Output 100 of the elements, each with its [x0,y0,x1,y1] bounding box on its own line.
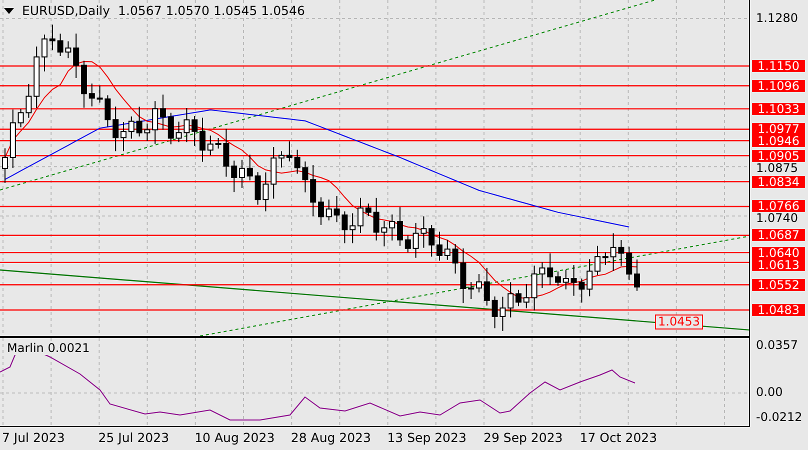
candlestick [34,46,40,108]
price-label: 1.0946 [752,135,805,148]
candlestick [460,248,466,304]
candlestick [318,196,324,226]
price-label: 1.0483 [752,304,805,316]
candlestick [618,240,624,266]
candlestick [239,159,245,189]
date-label: 29 Sep 2023 [484,430,563,445]
date-label: 28 Aug 2023 [290,430,371,445]
candlestick [602,252,608,266]
dropdown-triangle-icon[interactable] [4,8,14,14]
candlestick [420,216,427,248]
candlestick [88,83,95,107]
candlestick [500,296,506,332]
price-label: 1.0613 [752,258,805,271]
candlestick [278,150,284,168]
candlestick [18,108,24,128]
candlestick [492,296,498,329]
candlestick [444,239,450,260]
candlestick [397,206,403,246]
candlestick [334,195,340,223]
date-label: 7 Jul 2023 [2,430,65,445]
candlestick [358,197,364,234]
candlestick [96,85,103,104]
candlestick [207,135,214,156]
candlestick [26,83,32,118]
price-label: 1.0766 [752,200,805,212]
indicator-label: Marlin 0.0021 [7,341,90,355]
candlestick [586,258,593,297]
candlestick [516,289,522,307]
candlestick [152,100,158,144]
price-label: 1.1096 [752,80,805,92]
candlestick [246,154,253,181]
candlestick [610,232,616,272]
candlestick [412,222,419,258]
price-label: 1.0687 [752,229,805,242]
candlestick [231,160,238,193]
candlestick [555,270,561,286]
candlestick [342,210,348,244]
candlestick [484,267,490,306]
candlestick [223,128,230,178]
candlestick [381,220,388,247]
price-axis-label: 1.0740 [756,212,798,224]
candlestick [65,40,72,59]
candlestick [428,224,435,258]
candlestick [476,273,482,293]
candlestick [160,94,166,130]
candlestick [10,109,16,169]
candlestick [81,60,87,108]
candlestick [578,278,585,304]
price-label: 1.0834 [752,176,805,188]
candlestick [2,148,8,184]
candlestick [539,262,546,289]
price-marker: 1.0453 [655,314,703,330]
candlestick [523,283,530,309]
candlestick [136,106,142,137]
candlestick [112,106,119,152]
candlestick [120,122,126,152]
date-label: 10 Aug 2023 [194,430,275,445]
candlestick [326,199,332,221]
candlestick [286,140,292,162]
candlestick [192,116,198,146]
candlestick [452,244,458,274]
candlestick [144,123,150,142]
ohlc-values: 1.0567 1.0570 1.0545 1.0546 [118,3,305,18]
price-label: 1.0552 [752,278,805,291]
candlestick [436,231,442,262]
candlestick [294,149,300,174]
symbol-label: EURUSD,Daily [22,3,110,18]
candlestick [570,264,577,296]
candlestick [508,282,514,318]
price-axis-label: 1.1280 [756,12,798,24]
candlestick [310,164,316,217]
candlestick [468,282,474,300]
price-label: 1.1033 [752,102,805,115]
candlestick [168,112,174,145]
candlestick [547,252,554,286]
candlestick [634,259,640,292]
price-label: 1.0905 [752,150,805,162]
candlestick [104,94,111,128]
date-label: 17 Oct 2023 [580,430,658,445]
candlestick [200,117,206,162]
candlestick [302,160,308,193]
candlestick [215,138,222,150]
candlestick [373,197,380,241]
candlestick [531,265,538,311]
price-label: 1.0977 [752,123,805,136]
candlestick [49,24,56,51]
candlestick [365,203,372,216]
candlestick [562,269,569,290]
candlestick [350,212,356,244]
date-label: 13 Sep 2023 [387,430,466,445]
candlestick [270,146,277,200]
candlestick [254,172,261,206]
candlestick [262,172,269,212]
candlestick [389,214,396,242]
candlestick [404,235,411,253]
candlestick [184,108,190,143]
candlestick [73,33,80,78]
price-label: 1.1150 [752,60,805,72]
